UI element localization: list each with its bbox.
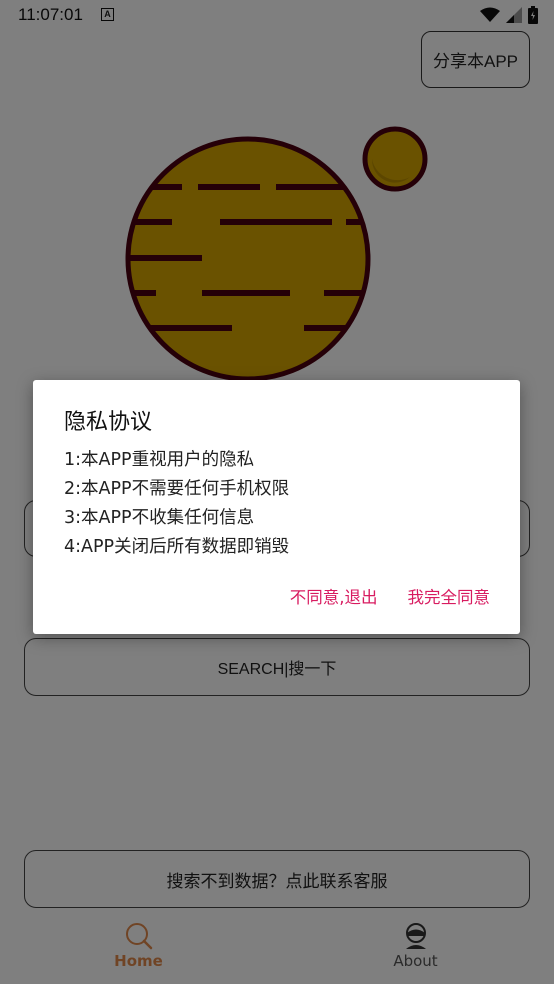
dialog-actions: 不同意,退出 我完全同意 (290, 584, 490, 608)
dialog-line: 1:本APP重视用户的隐私 (64, 450, 255, 470)
dialog-line: 2:本APP不需要任何手机权限 (64, 479, 290, 499)
accept-button[interactable]: 我完全同意 (408, 584, 491, 608)
decline-exit-button[interactable]: 不同意,退出 (290, 584, 378, 608)
dialog-line: 4:APP关闭后所有数据即销毁 (64, 537, 290, 557)
dialog-title: 隐私协议 (64, 410, 153, 435)
dialog-body: 1:本APP重视用户的隐私 2:本APP不需要任何手机权限 3:本APP不收集任… (64, 446, 289, 562)
privacy-dialog: 隐私协议 1:本APP重视用户的隐私 2:本APP不需要任何手机权限 3:本AP… (33, 380, 520, 634)
dialog-line: 3:本APP不收集任何信息 (64, 508, 255, 528)
